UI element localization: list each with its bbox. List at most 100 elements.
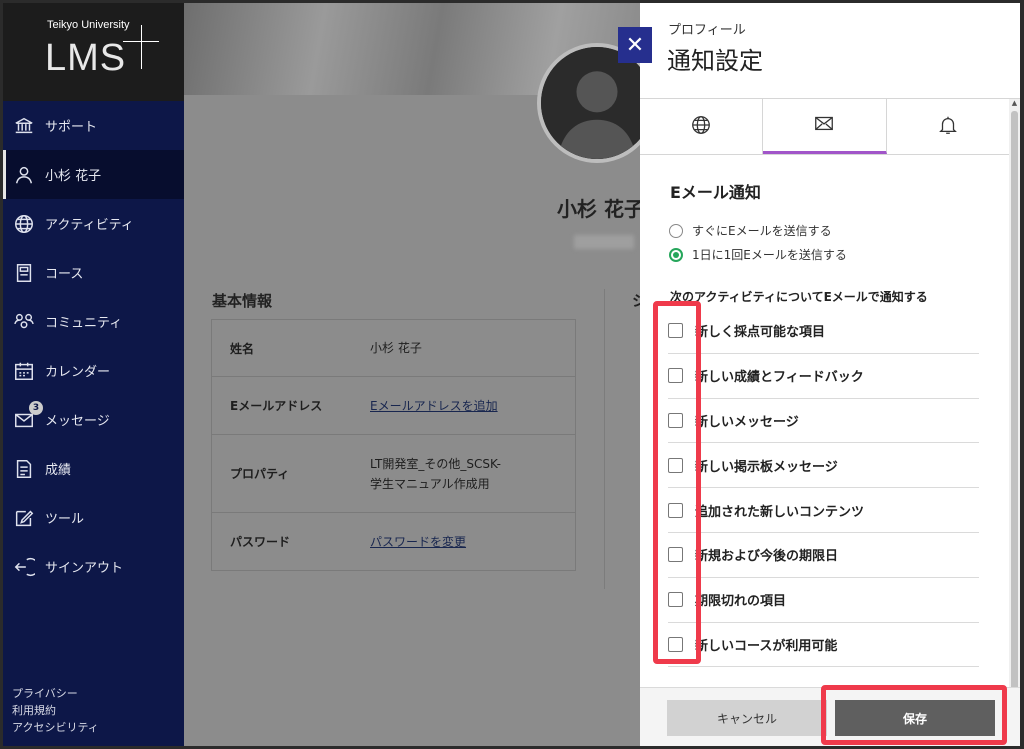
checkbox-row[interactable]: 追加された新しいコンテンツ — [668, 488, 979, 533]
checkbox-row[interactable]: 期限切れの項目 — [668, 578, 979, 623]
sidebar-item-label: ツール — [45, 512, 85, 527]
tab-push[interactable] — [887, 99, 1009, 154]
logo[interactable]: Teikyo University LMS — [3, 3, 184, 101]
panel-subtitle: プロフィール — [668, 23, 746, 38]
column-divider — [604, 289, 605, 589]
bell-icon — [937, 114, 959, 140]
info-row-password: パスワード パスワードを変更 — [212, 513, 575, 570]
logo-lms: LMS — [45, 37, 127, 79]
info-row-property: プロパティ LT開発室_その他_SCSK-学生マニュアル作成用 — [212, 435, 575, 513]
basic-info-table: 姓名 小杉 花子 Eメールアドレス Eメールアドレスを追加 プロパティ LT開発… — [211, 319, 576, 571]
checkbox-row[interactable]: 新しい成績とフィードバック — [668, 354, 979, 399]
checkbox-row[interactable]: 新しいコースが利用可能 — [668, 623, 979, 668]
sidebar-item-courses[interactable]: コース — [3, 248, 184, 297]
logo-plus-mark — [141, 25, 142, 69]
sidebar-item-messages[interactable]: 3 メッセージ — [3, 395, 184, 444]
info-row-email: Eメールアドレス Eメールアドレスを追加 — [212, 377, 575, 435]
radio-button-selected[interactable] — [669, 247, 683, 262]
info-row-name: 姓名 小杉 花子 — [212, 320, 575, 377]
add-email-link[interactable]: Eメールアドレスを追加 — [370, 396, 575, 416]
sidebar-item-label: サポート — [45, 120, 98, 135]
sidebar-item-label: メッセージ — [45, 414, 110, 429]
checkbox-label: 新しいコースが利用可能 — [695, 638, 838, 654]
checkbox-label: 新しいメッセージ — [695, 414, 799, 430]
envelope-icon — [813, 112, 835, 138]
info-value: 小杉 花子 — [370, 341, 422, 355]
sidebar-item-label: コース — [45, 267, 84, 282]
checkbox-row[interactable]: 新しい掲示板メッセージ — [668, 443, 979, 489]
sidebar: Teikyo University LMS サポート 小杉 花子 アクティビティ — [3, 3, 184, 746]
sidebar-item-tools[interactable]: ツール — [3, 493, 184, 542]
checkbox-label: 新規および今後の期限日 — [695, 549, 839, 565]
sidebar-item-support[interactable]: サポート — [3, 101, 184, 150]
calendar-icon — [11, 358, 37, 384]
message-count-badge: 3 — [29, 401, 43, 415]
checkbox-label: 追加された新しいコンテンツ — [695, 504, 865, 520]
radio-label: すぐにEメールを送信する — [692, 224, 832, 238]
logo-university: Teikyo University — [47, 19, 130, 31]
cancel-button[interactable]: キャンセル — [667, 700, 827, 736]
sidebar-item-label: 成績 — [45, 463, 72, 478]
accessibility-link[interactable]: アクセシビリティ — [12, 719, 99, 736]
checkbox-row[interactable]: 新規および今後の期限日 — [668, 533, 979, 578]
sidebar-item-label: カレンダー — [45, 365, 111, 380]
checkbox-label: 新しい掲示板メッセージ — [695, 459, 838, 475]
sidebar-item-label: サインアウト — [45, 561, 124, 576]
sidebar-item-activity[interactable]: アクティビティ — [3, 199, 184, 248]
sidebar-item-label: 小杉 花子 — [45, 169, 102, 184]
sidebar-item-community[interactable]: コミュニティ — [3, 297, 184, 346]
close-icon[interactable]: ✕ — [618, 27, 652, 63]
info-label: プロパティ — [230, 467, 290, 481]
email-notification-heading: Eメール通知 — [670, 183, 761, 202]
save-highlight-box — [821, 685, 1007, 745]
scroll-thumb[interactable] — [1011, 111, 1018, 691]
sidebar-item-grades[interactable]: 成績 — [3, 444, 184, 493]
checkbox-label: 新しい成績とフィードバック — [695, 370, 864, 386]
sidebar-item-label: コミュニティ — [45, 316, 123, 331]
tab-activity-stream[interactable] — [640, 99, 764, 154]
info-label: Eメールアドレス — [230, 399, 323, 413]
sidebar-item-profile[interactable]: 小杉 花子 — [3, 150, 184, 199]
activity-checkbox-list: 新しく採点可能な項目 新しい成績とフィードバック 新しいメッセージ 新しい掲示板… — [668, 309, 979, 668]
signout-icon — [11, 554, 37, 580]
radio-label: 1日に1回Eメールを送信する — [692, 248, 847, 262]
profile-page: 小杉 花子 基本情報 シ 姓名 小杉 花子 Eメールアドレス Eメールアドレスを… — [184, 3, 640, 746]
basic-info-title: 基本情報 — [212, 292, 273, 310]
checkbox-row[interactable]: 新しいメッセージ — [668, 399, 979, 444]
info-value: LT開発室_その他_SCSK-学生マニュアル作成用 — [370, 456, 501, 491]
user-icon — [11, 162, 37, 188]
scroll-up-icon[interactable]: ▲ — [1010, 99, 1019, 108]
grades-icon — [11, 456, 37, 482]
globe-icon — [690, 114, 712, 140]
activity-heading: 次のアクティビティについてEメールで通知する — [670, 290, 928, 304]
panel-scrollbar[interactable]: ▲ — [1009, 99, 1020, 691]
radio-send-daily[interactable]: 1日に1回Eメールを送信する — [669, 246, 847, 263]
course-icon — [11, 260, 37, 286]
terms-link[interactable]: 利用規約 — [12, 702, 99, 719]
tools-icon — [11, 505, 37, 531]
logo-plus-mark-h — [123, 41, 159, 42]
profile-name: 小杉 花子 — [557, 197, 640, 221]
checkbox-label: 期限切れの項目 — [695, 594, 787, 610]
second-section-title: シ — [632, 292, 640, 310]
sidebar-item-signout[interactable]: サインアウト — [3, 542, 184, 591]
globe-icon — [11, 211, 37, 237]
radio-send-immediately[interactable]: すぐにEメールを送信する — [669, 222, 832, 239]
privacy-link[interactable]: プライバシー — [12, 685, 99, 702]
info-label: パスワード — [230, 535, 291, 549]
tab-email[interactable] — [763, 99, 887, 154]
sidebar-item-label: アクティビティ — [45, 218, 134, 233]
institution-icon — [11, 113, 37, 139]
blurred-user-id — [574, 235, 634, 249]
sidebar-item-calendar[interactable]: カレンダー — [3, 346, 184, 395]
sidebar-nav: サポート 小杉 花子 アクティビティ コース コミュニティ カレンダー 3 メッ… — [3, 101, 184, 591]
panel-title: 通知設定 — [667, 47, 763, 75]
sidebar-footer-links: プライバシー 利用規約 アクセシビリティ — [12, 685, 99, 736]
notification-tabs — [640, 99, 1009, 155]
info-label: 姓名 — [230, 341, 255, 356]
change-password-link[interactable]: パスワードを変更 — [370, 532, 575, 552]
checkbox-highlight-box — [653, 301, 701, 664]
checkbox-row[interactable]: 新しく採点可能な項目 — [668, 309, 979, 354]
radio-button[interactable] — [669, 223, 683, 238]
community-icon — [11, 309, 37, 335]
